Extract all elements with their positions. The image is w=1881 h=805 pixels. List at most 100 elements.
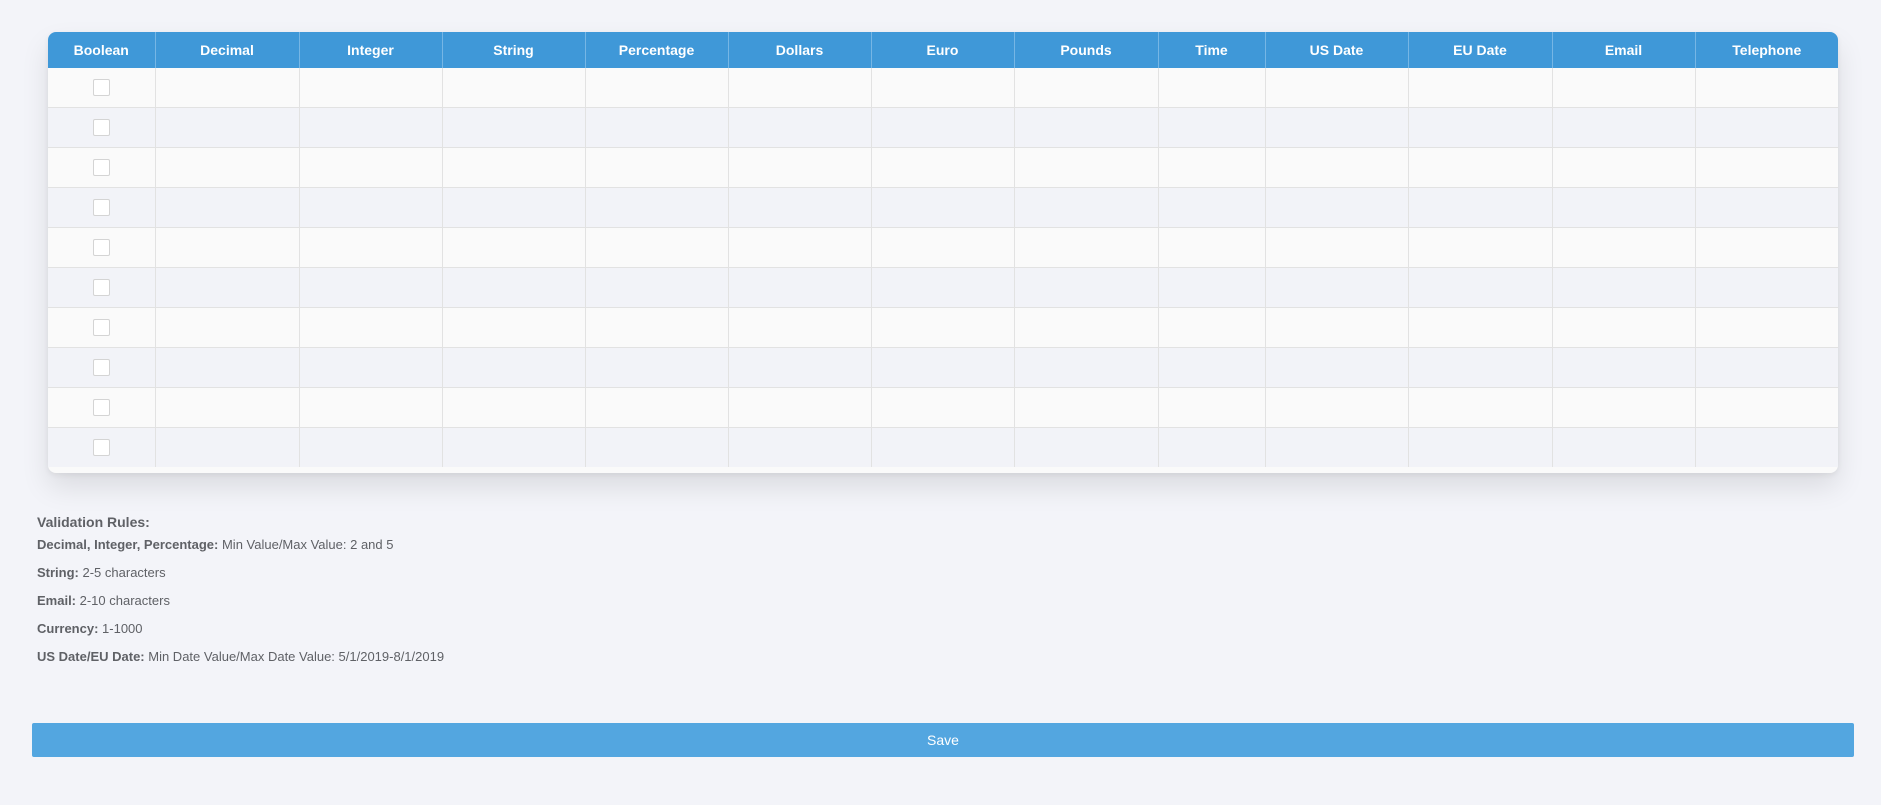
cell-dollars[interactable] [727,267,871,308]
cell-dollars[interactable] [727,427,871,467]
cell-percentage[interactable] [584,267,728,308]
cell-us-date[interactable] [1264,107,1408,148]
boolean-checkbox[interactable] [92,238,110,256]
column-header-boolean[interactable]: Boolean [48,32,155,68]
cell-telephone[interactable] [1694,267,1838,308]
cell-email[interactable] [1551,427,1695,467]
cell-email[interactable] [1551,68,1695,108]
cell-integer[interactable] [298,267,442,308]
cell-pounds[interactable] [1013,427,1158,467]
boolean-checkbox[interactable] [92,278,110,296]
cell-boolean[interactable] [48,307,155,348]
cell-dollars[interactable] [727,227,871,268]
cell-telephone[interactable] [1694,68,1838,108]
cell-telephone[interactable] [1694,307,1838,348]
cell-pounds[interactable] [1013,307,1158,348]
cell-telephone[interactable] [1694,107,1838,148]
cell-integer[interactable] [298,68,442,108]
cell-eu-date[interactable] [1407,427,1552,467]
cell-eu-date[interactable] [1407,307,1552,348]
cell-telephone[interactable] [1694,387,1838,428]
cell-euro[interactable] [870,187,1014,228]
cell-dollars[interactable] [727,387,871,428]
cell-email[interactable] [1551,267,1695,308]
cell-decimal[interactable] [154,267,299,308]
cell-integer[interactable] [298,427,442,467]
cell-email[interactable] [1551,347,1695,388]
cell-email[interactable] [1551,147,1695,188]
cell-boolean[interactable] [48,267,155,308]
column-header-email[interactable]: Email [1551,32,1695,68]
cell-decimal[interactable] [154,307,299,348]
cell-time[interactable] [1157,347,1265,388]
cell-string[interactable] [441,187,585,228]
cell-dollars[interactable] [727,307,871,348]
cell-eu-date[interactable] [1407,267,1552,308]
cell-integer[interactable] [298,147,442,188]
cell-eu-date[interactable] [1407,107,1552,148]
cell-decimal[interactable] [154,347,299,388]
cell-euro[interactable] [870,267,1014,308]
cell-string[interactable] [441,68,585,108]
cell-pounds[interactable] [1013,227,1158,268]
cell-telephone[interactable] [1694,427,1838,467]
cell-email[interactable] [1551,307,1695,348]
column-header-us-date[interactable]: US Date [1264,32,1408,68]
cell-time[interactable] [1157,107,1265,148]
cell-email[interactable] [1551,387,1695,428]
cell-time[interactable] [1157,187,1265,228]
save-button[interactable]: Save [32,723,1854,757]
cell-telephone[interactable] [1694,227,1838,268]
cell-dollars[interactable] [727,147,871,188]
column-header-time[interactable]: Time [1157,32,1265,68]
cell-us-date[interactable] [1264,227,1408,268]
cell-dollars[interactable] [727,187,871,228]
cell-dollars[interactable] [727,68,871,108]
cell-telephone[interactable] [1694,347,1838,388]
boolean-checkbox[interactable] [92,318,110,336]
cell-decimal[interactable] [154,427,299,467]
cell-integer[interactable] [298,347,442,388]
cell-us-date[interactable] [1264,347,1408,388]
cell-boolean[interactable] [48,147,155,188]
cell-decimal[interactable] [154,187,299,228]
cell-us-date[interactable] [1264,267,1408,308]
cell-eu-date[interactable] [1407,147,1552,188]
cell-string[interactable] [441,147,585,188]
cell-percentage[interactable] [584,187,728,228]
boolean-checkbox[interactable] [92,398,110,416]
cell-integer[interactable] [298,107,442,148]
cell-eu-date[interactable] [1407,227,1552,268]
cell-time[interactable] [1157,427,1265,467]
column-header-eu-date[interactable]: EU Date [1407,32,1552,68]
cell-boolean[interactable] [48,68,155,108]
cell-boolean[interactable] [48,107,155,148]
boolean-checkbox[interactable] [92,118,110,136]
cell-pounds[interactable] [1013,187,1158,228]
cell-boolean[interactable] [48,387,155,428]
column-header-euro[interactable]: Euro [870,32,1014,68]
cell-time[interactable] [1157,147,1265,188]
cell-euro[interactable] [870,68,1014,108]
cell-email[interactable] [1551,227,1695,268]
cell-decimal[interactable] [154,387,299,428]
cell-string[interactable] [441,347,585,388]
cell-decimal[interactable] [154,147,299,188]
cell-us-date[interactable] [1264,187,1408,228]
boolean-checkbox[interactable] [92,438,110,456]
cell-boolean[interactable] [48,347,155,388]
cell-euro[interactable] [870,147,1014,188]
cell-euro[interactable] [870,347,1014,388]
cell-us-date[interactable] [1264,68,1408,108]
cell-eu-date[interactable] [1407,387,1552,428]
cell-percentage[interactable] [584,107,728,148]
cell-time[interactable] [1157,227,1265,268]
cell-us-date[interactable] [1264,427,1408,467]
cell-pounds[interactable] [1013,147,1158,188]
boolean-checkbox[interactable] [92,78,110,96]
cell-pounds[interactable] [1013,68,1158,108]
cell-percentage[interactable] [584,387,728,428]
cell-integer[interactable] [298,307,442,348]
cell-eu-date[interactable] [1407,187,1552,228]
column-header-string[interactable]: String [441,32,585,68]
